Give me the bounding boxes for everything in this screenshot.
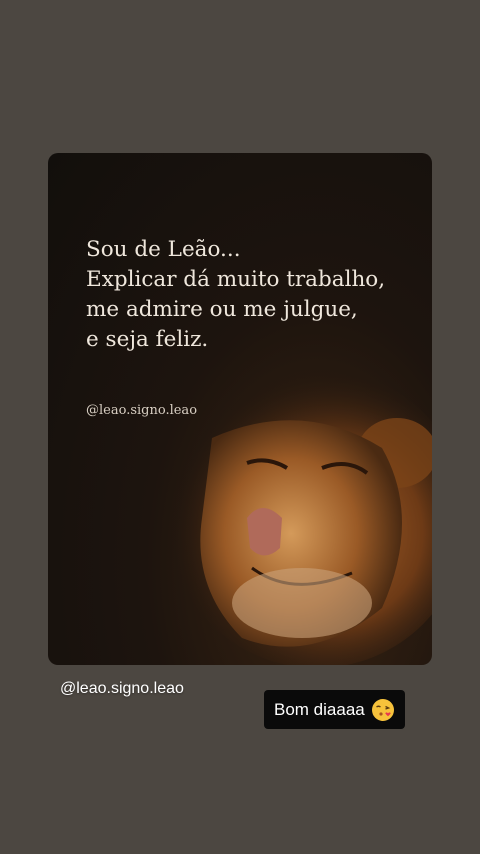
face-blowing-kiss-icon: [371, 698, 394, 721]
caption-text: Bom diaaaa: [274, 699, 365, 719]
quote-text: Sou de Leão... Explicar dá muito trabalh…: [86, 235, 416, 355]
quote-line: Sou de Leão...: [86, 237, 241, 262]
card-handle: @leao.signo.leao: [86, 403, 198, 418]
story-canvas: Sou de Leão... Explicar dá muito trabalh…: [0, 0, 480, 854]
quote-card[interactable]: Sou de Leão... Explicar dá muito trabalh…: [48, 153, 432, 665]
caption-sticker[interactable]: Bom diaaaa: [264, 690, 405, 729]
quote-line: me admire ou me julgue,: [86, 297, 358, 322]
quote-line: Explicar dá muito trabalho,: [86, 267, 386, 292]
mention-sticker[interactable]: @leao.signo.leao: [60, 680, 184, 698]
quote-line: e seja feliz.: [86, 327, 209, 352]
